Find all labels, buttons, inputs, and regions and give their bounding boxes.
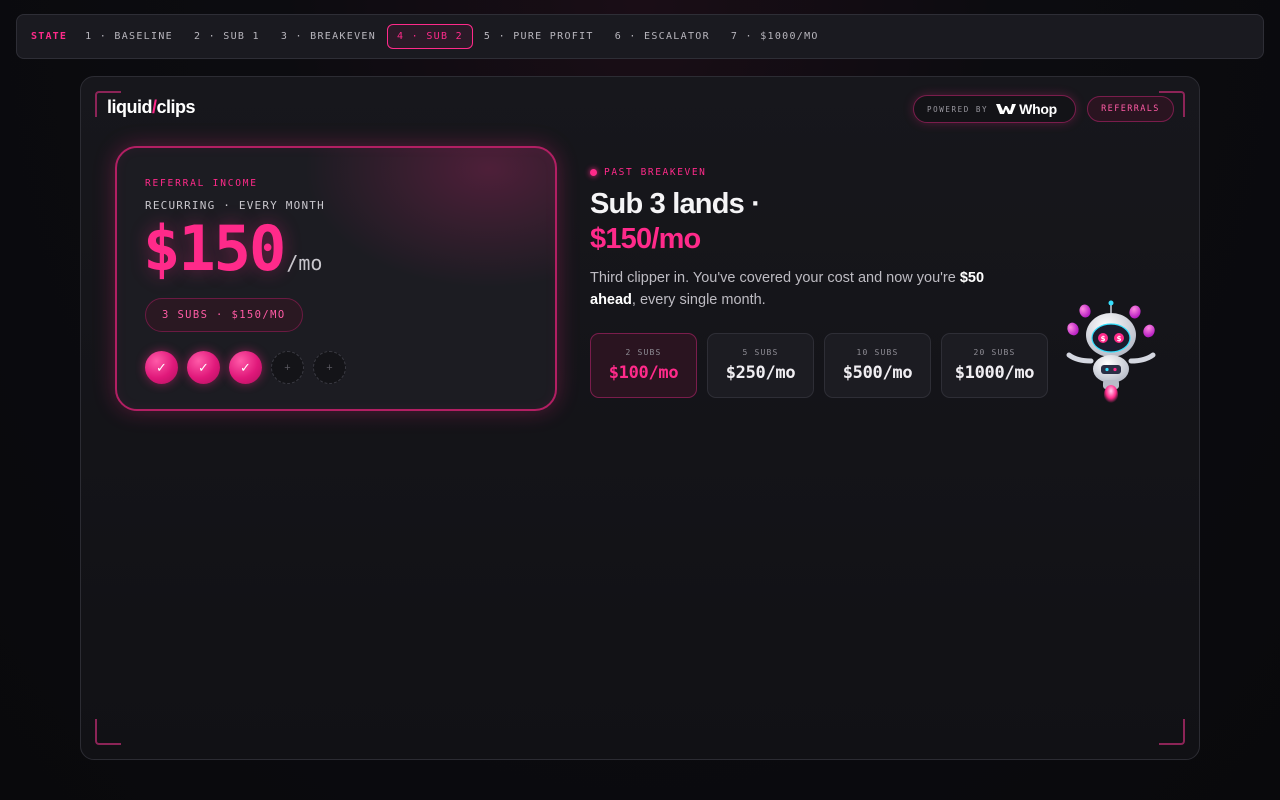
tier-value: $100/mo [608, 363, 679, 383]
sub-slot-filled-check-icon: ✓ [229, 351, 262, 384]
tier-card-2-subs[interactable]: 2 SUBS $100/mo [590, 333, 697, 398]
milestone-headline: Sub 3 lands · [590, 188, 761, 220]
whop-logo-icon [996, 104, 1017, 114]
logo-text-liquid: liquid [107, 97, 153, 117]
main-panel: liquid/clips POWERED BY Whop REFERRALS R… [80, 76, 1200, 760]
state-item-escalator[interactable]: 6 · ESCALATOR [605, 24, 720, 49]
state-bar: STATE 1 · BASELINE 2 · SUB 1 3 · BREAKEV… [16, 14, 1264, 59]
tier-value: $250/mo [725, 363, 796, 383]
tier-value: $1000/mo [954, 363, 1035, 383]
referral-income-card: REFERRAL INCOME RECURRING · EVERY MONTH … [115, 146, 557, 411]
status-text: PAST BREAKEVEN [604, 167, 707, 178]
milestone-headline-amount: $150/mo [590, 223, 701, 255]
logo-text-clips: clips [156, 97, 196, 117]
income-unit: /mo [286, 251, 323, 275]
state-item-baseline[interactable]: 1 · BASELINE [75, 24, 183, 49]
state-item-sub-1[interactable]: 2 · SUB 1 [184, 24, 270, 49]
state-item-sub-2[interactable]: 4 · SUB 2 [387, 24, 473, 49]
sub-slot-empty-plus-icon: + [271, 351, 304, 384]
tier-label: 2 SUBS [625, 348, 662, 357]
brand-logo: liquid/clips [107, 97, 196, 118]
income-subtitle: RECURRING · EVERY MONTH [145, 199, 325, 212]
tier-card-10-subs[interactable]: 10 SUBS $500/mo [824, 333, 931, 398]
corner-bracket-bottom-right [1159, 719, 1185, 745]
powered-by-badge: POWERED BY Whop [913, 95, 1076, 123]
state-item-pure-profit[interactable]: 5 · PURE PROFIT [474, 24, 604, 49]
sub-slots: ✓ ✓ ✓ + + [145, 351, 346, 384]
whop-name: Whop [1019, 101, 1057, 117]
state-item-breakeven[interactable]: 3 · BREAKEVEN [271, 24, 386, 49]
svg-text:$: $ [1117, 335, 1122, 343]
sub-slot-filled-check-icon: ✓ [187, 351, 220, 384]
tier-card-5-subs[interactable]: 5 SUBS $250/mo [707, 333, 814, 398]
sub-slot-filled-check-icon: ✓ [145, 351, 178, 384]
powered-by-label: POWERED BY [927, 104, 989, 114]
subs-pill: 3 SUBS · $150/MO [145, 298, 303, 332]
tier-value: $500/mo [842, 363, 913, 383]
desc-text-start: Third clipper in. You've covered your co… [590, 270, 960, 286]
status-dot-icon [590, 169, 597, 176]
milestone-description: Third clipper in. You've covered your co… [590, 267, 1030, 311]
state-item-1000-mo[interactable]: 7 · $1000/MO [721, 24, 829, 49]
tier-card-20-subs[interactable]: 20 SUBS $1000/mo [941, 333, 1048, 398]
tier-label: 20 SUBS [973, 348, 1016, 357]
corner-bracket-bottom-left [95, 719, 121, 745]
tier-label: 10 SUBS [856, 348, 899, 357]
sub-slot-empty-plus-icon: + [313, 351, 346, 384]
income-amount: $150 /mo [143, 212, 322, 285]
tier-cards: 2 SUBS $100/mo 5 SUBS $250/mo 10 SUBS $5… [590, 333, 1048, 398]
tier-label: 5 SUBS [742, 348, 779, 357]
svg-text:$: $ [1101, 335, 1106, 343]
income-eyebrow: REFERRAL INCOME [145, 178, 258, 189]
state-label: STATE [31, 31, 68, 42]
income-value: $150 [143, 212, 286, 285]
status-indicator: PAST BREAKEVEN [590, 167, 706, 178]
desc-text-end: , every single month. [631, 292, 766, 308]
referrals-button[interactable]: REFERRALS [1087, 96, 1174, 122]
robot-mascot-icon: $ $ [1066, 300, 1156, 405]
